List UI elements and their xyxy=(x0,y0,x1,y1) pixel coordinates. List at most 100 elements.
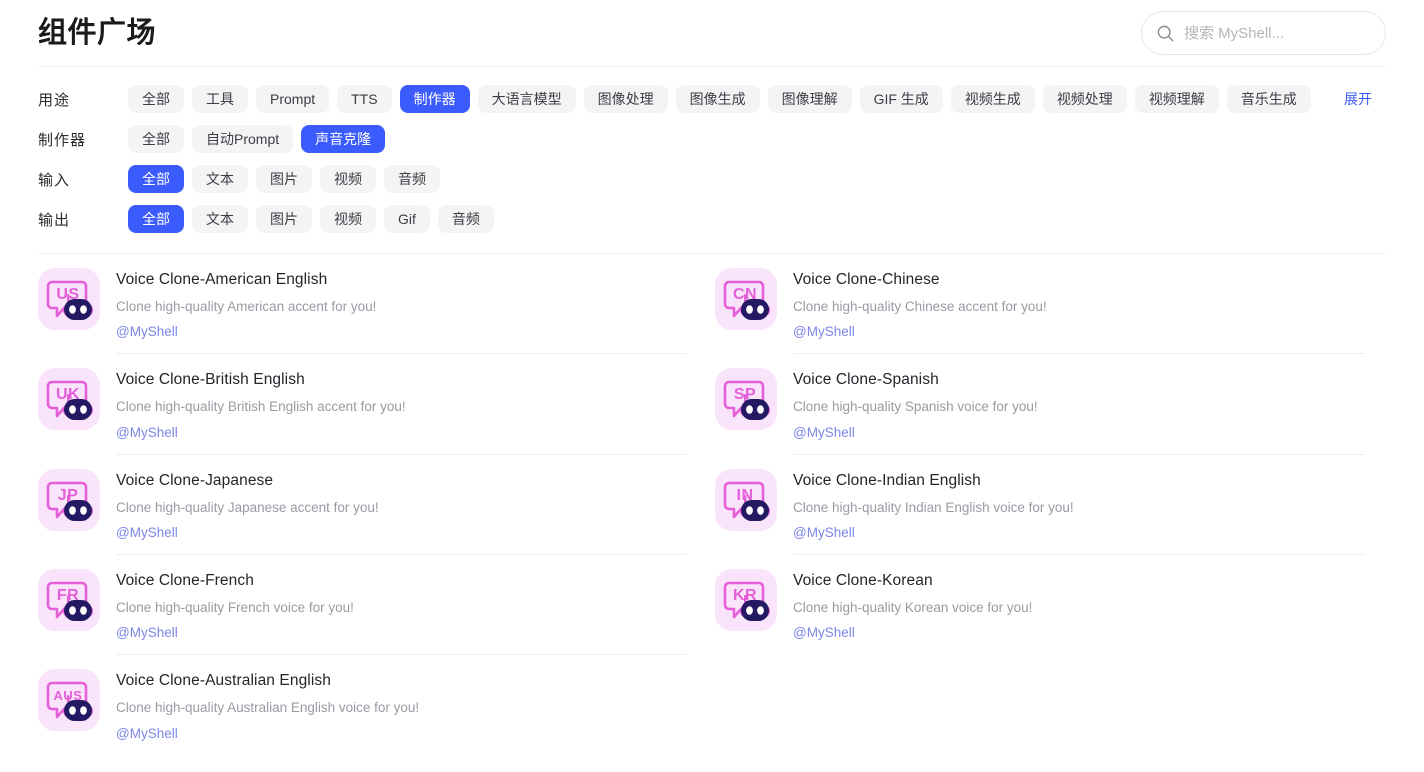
filter-chip-purpose-图像理解[interactable]: 图像理解 xyxy=(768,85,852,113)
voice-clone-avatar-icon: SP xyxy=(715,368,777,430)
list-item-author-link[interactable]: @MyShell xyxy=(116,624,673,642)
list-item-title: Voice Clone-Spanish xyxy=(793,370,1350,391)
list-item-description: Clone high-quality British English accen… xyxy=(116,398,673,416)
list-item-title: Voice Clone-British English xyxy=(116,370,673,391)
filter-chip-output-图片[interactable]: 图片 xyxy=(256,205,312,233)
list-column-right: CN Voice Clone-ChineseClone high-quality… xyxy=(715,254,1350,755)
filter-chips-input: 全部文本图片视频音频 xyxy=(128,165,1386,193)
list-item-body: Voice Clone-Chinese Clone high-quality Ch… xyxy=(793,268,1350,341)
list-item-body: Voice Clone-JapaneseClone high-quality J… xyxy=(116,469,673,542)
search-input[interactable] xyxy=(1184,25,1371,42)
list-item-author-link[interactable]: @MyShell xyxy=(116,424,673,442)
list-item-description: Clone high-quality Australian English vo… xyxy=(116,699,673,717)
list-item-title: Voice Clone-American English xyxy=(116,270,673,291)
voice-clone-avatar-icon: US xyxy=(38,268,100,330)
filter-chip-purpose-TTS[interactable]: TTS xyxy=(337,85,391,113)
list-item-body: Voice Clone-American English Clone high-q… xyxy=(116,268,673,341)
filter-chip-purpose-视频理解[interactable]: 视频理解 xyxy=(1135,85,1219,113)
filter-chip-purpose-图像生成[interactable]: 图像生成 xyxy=(676,85,760,113)
list-item-title: Voice Clone-French xyxy=(116,571,673,592)
filter-chip-purpose-大语言模型[interactable]: 大语言模型 xyxy=(478,85,576,113)
list-item-description: Clone high-quality Spanish voice for you… xyxy=(793,398,1350,416)
list-item-body: Voice Clone-Spanish Clone high-quality Sp… xyxy=(793,368,1350,441)
list-item-author-link[interactable]: @MyShell xyxy=(793,524,1350,542)
filter-chip-output-音频[interactable]: 音频 xyxy=(438,205,494,233)
filter-chip-input-音频[interactable]: 音频 xyxy=(384,165,440,193)
list-item-description: Clone high-quality Korean voice for you! xyxy=(793,599,1350,617)
list-column-left: US Voice Clone-American English Clone hig… xyxy=(38,254,673,755)
filter-chip-purpose-制作器[interactable]: 制作器 xyxy=(400,85,470,113)
filter-chip-input-文本[interactable]: 文本 xyxy=(192,165,248,193)
page-header: 组件广场 xyxy=(0,0,1424,66)
list-item-description: Clone high-quality American accent for y… xyxy=(116,298,673,316)
list-item-description: Clone high-quality French voice for you! xyxy=(116,599,673,617)
filter-chip-maker-声音克隆[interactable]: 声音克隆 xyxy=(301,125,385,153)
list-item-body: Voice Clone-Australian English Clone high… xyxy=(116,669,673,742)
filter-chip-maker-自动Prompt[interactable]: 自动Prompt xyxy=(192,125,293,153)
list-item[interactable]: US Voice Clone-American English Clone hig… xyxy=(38,254,673,353)
list-item-author-link[interactable]: @MyShell xyxy=(793,624,1350,642)
search-box[interactable] xyxy=(1141,11,1386,55)
filter-chip-output-文本[interactable]: 文本 xyxy=(192,205,248,233)
filter-label-input: 输入 xyxy=(38,169,128,190)
list-item-author-link[interactable]: @MyShell xyxy=(793,323,1350,341)
list-item[interactable]: FR Voice Clone-FrenchClone high-quality … xyxy=(38,555,673,654)
list-item-description: Clone high-quality Chinese accent for yo… xyxy=(793,298,1350,316)
voice-clone-avatar-icon: IN xyxy=(715,469,777,531)
filter-chip-output-全部[interactable]: 全部 xyxy=(128,205,184,233)
filter-chip-purpose-视频生成[interactable]: 视频生成 xyxy=(951,85,1035,113)
filter-chips-purpose: 全部工具PromptTTS制作器大语言模型图像处理图像生成图像理解GIF 生成视… xyxy=(128,85,1386,113)
filter-chip-purpose-工具[interactable]: 工具 xyxy=(192,85,248,113)
filter-chip-purpose-GIF 生成[interactable]: GIF 生成 xyxy=(860,85,943,113)
list-item-title: Voice Clone-Korean xyxy=(793,571,1350,592)
list-item-author-link[interactable]: @MyShell xyxy=(116,524,673,542)
filter-chip-output-Gif[interactable]: Gif xyxy=(384,205,430,233)
filter-row-output: 输出全部文本图片视频 Gif 音频 xyxy=(38,199,1386,239)
filter-label-output: 输出 xyxy=(38,209,128,230)
voice-clone-avatar-icon: UK xyxy=(38,368,100,430)
filter-chip-input-视频[interactable]: 视频 xyxy=(320,165,376,193)
filter-chip-maker-全部[interactable]: 全部 xyxy=(128,125,184,153)
filter-chip-purpose-视频处理[interactable]: 视频处理 xyxy=(1043,85,1127,113)
filter-chips-maker: 全部自动Prompt 声音克隆 xyxy=(128,125,1386,153)
list-item-author-link[interactable]: @MyShell xyxy=(116,725,673,743)
list-item-title: Voice Clone-Chinese xyxy=(793,270,1350,291)
filter-label-purpose: 用途 xyxy=(38,89,128,110)
list-item-description: Clone high-quality Japanese accent for y… xyxy=(116,499,673,517)
list-item[interactable]: SP Voice Clone-Spanish Clone high-quality… xyxy=(715,354,1350,453)
list-item-author-link[interactable]: @MyShell xyxy=(793,424,1350,442)
voice-clone-avatar-icon: KR xyxy=(715,569,777,631)
filter-row-purpose: 用途全部工具 Prompt TTS 制作器大语言模型图像处理图像生成图像理解 GIF 生… xyxy=(38,79,1386,119)
search-icon xyxy=(1156,24,1175,43)
list-item[interactable]: CN Voice Clone-ChineseClone high-quality… xyxy=(715,254,1350,353)
filter-panel: 用途全部工具PromptTTS制作器大语言模型图像处理图像生成图像理解GIF 生… xyxy=(0,67,1424,239)
filter-chip-output-视频[interactable]: 视频 xyxy=(320,205,376,233)
list-item[interactable]: IN Voice Clone-Indian EnglishClone high-… xyxy=(715,455,1350,554)
page-title: 组件广场 xyxy=(38,19,156,48)
voice-clone-avatar-icon: AUS xyxy=(38,669,100,731)
component-list: US Voice Clone-American English Clone hig… xyxy=(0,254,1424,755)
component-marketplace-page: 组件广场 用途全部工具PromptTTS制作器大语言模型图像处理图像生成图像理解… xyxy=(0,0,1424,772)
filter-chip-input-全部[interactable]: 全部 xyxy=(128,165,184,193)
filter-chip-purpose-全部[interactable]: 全部 xyxy=(128,85,184,113)
list-item-author-link[interactable]: @MyShell xyxy=(116,323,673,341)
list-item-body: Voice Clone-British English Clone high-qu… xyxy=(116,368,673,441)
list-item-title: Voice Clone-Australian English xyxy=(116,671,673,692)
list-item[interactable]: UK Voice Clone-British English Clone high… xyxy=(38,354,673,453)
filter-chip-purpose-Prompt[interactable]: Prompt xyxy=(256,85,329,113)
list-item-body: Voice Clone-French Clone high-quality Fre… xyxy=(116,569,673,642)
filter-row-maker: 制作器全部自动Prompt声音克隆 xyxy=(38,119,1386,159)
filter-chip-purpose-音乐生成[interactable]: 音乐生成 xyxy=(1227,85,1311,113)
list-item[interactable]: KR Voice Clone-Korean Clone high-quality … xyxy=(715,555,1350,654)
list-item[interactable]: AUS Voice Clone-Australian English Clone … xyxy=(38,655,673,754)
list-item-body: Voice Clone-Korean Clone high-quality Kor… xyxy=(793,569,1350,642)
filter-chip-purpose-图像处理[interactable]: 图像处理 xyxy=(584,85,668,113)
list-item-title: Voice Clone-Indian English xyxy=(793,471,1350,492)
list-item[interactable]: JP Voice Clone-JapaneseClone high-qualit… xyxy=(38,455,673,554)
filter-chips-output: 全部文本图片视频 Gif 音频 xyxy=(128,205,1386,233)
list-item-body: Voice Clone-Indian EnglishClone high-qua… xyxy=(793,469,1350,542)
filter-chip-purpose-展开[interactable]: 展开 xyxy=(1330,85,1386,113)
header-actions xyxy=(1141,11,1386,55)
filter-chip-input-图片[interactable]: 图片 xyxy=(256,165,312,193)
filter-row-input: 输入全部文本图片视频音频 xyxy=(38,159,1386,199)
